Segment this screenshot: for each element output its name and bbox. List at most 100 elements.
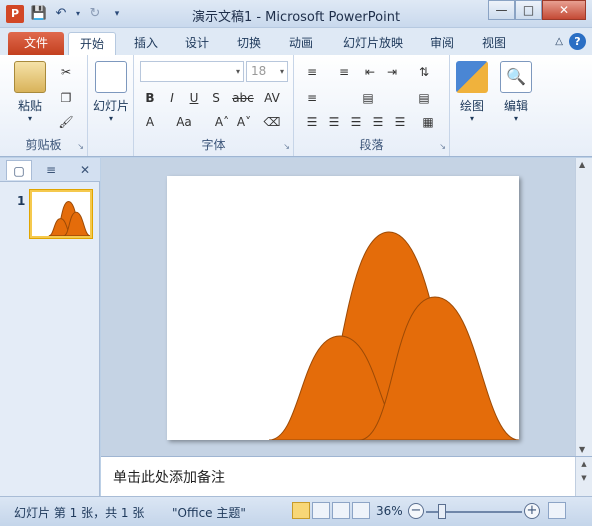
align-left-icon[interactable]: ☰ [302,113,322,131]
notes-scrollbar[interactable]: ▲ ▼ [575,457,592,497]
increase-indent-icon[interactable]: ⇥ [382,63,402,81]
reading-view-icon[interactable] [332,502,350,519]
close-button[interactable]: ✕ [542,0,586,20]
drawing-group: 绘图 ▾ [450,55,494,156]
paste-icon [14,61,46,93]
title-bar: P 💾 ↶ ▾ ↻ ▾ 演示文稿1 - Microsoft PowerPoint… [0,0,592,28]
font-group-label: 字体 [201,138,226,152]
notes-placeholder: 单击此处添加备注 [113,470,225,486]
editing-dropdown-icon: ▾ [513,114,518,123]
text-direction-icon[interactable]: ⇅ [414,63,434,81]
fit-to-window-icon[interactable] [548,502,566,519]
new-slide-dropdown-icon: ▾ [108,114,113,123]
font-group: ▾ 18 ▾ B I U S abc AV A Aa A˄ A˅ ⌫ 字体 ↘ [134,55,294,156]
tab-insert[interactable]: 插入 [126,32,166,55]
theme-name[interactable]: "Office 主题" [172,504,246,521]
font-name-combo[interactable]: ▾ [140,61,244,82]
normal-view-icon[interactable] [292,502,310,519]
tab-animations[interactable]: 动画 [281,32,321,55]
slides-group: 幻灯片 ▾ [88,55,134,156]
tab-view[interactable]: 视图 [474,32,514,55]
format-painter-icon[interactable]: 🖌 [56,113,76,131]
font-launcher-icon[interactable]: ↘ [283,142,290,151]
paragraph-group-label: 段落 [359,138,384,152]
paragraph-group: ≡ ≡ ⇤ ⇥ ⇅ ≡ ▤ ▤ ☰ ☰ ☰ ☰ ☰ ▦ 段落 ↘ [294,55,450,156]
minimize-button[interactable]: — [488,0,515,20]
slide-canvas[interactable] [167,176,520,441]
slide-number: 1 [17,194,26,208]
underline-icon[interactable]: U [184,89,204,107]
window-controls: — □ ✕ [488,0,586,20]
font-color-icon[interactable]: A [140,113,160,131]
bullets-icon[interactable]: ≡ [302,63,322,81]
smartart-icon[interactable]: ▦ [418,113,438,131]
slides-panel-tabs: ▢ ≡ ✕ [0,158,100,182]
zoom-slider-thumb[interactable] [438,504,446,519]
slide-editing-area: ▲ ▼ [101,158,592,456]
align-right-icon[interactable]: ☰ [346,113,366,131]
tab-file[interactable]: 文件 [8,32,64,55]
clipboard-group-label: 剪贴板 [25,138,62,152]
shadow-icon[interactable]: S [206,89,226,107]
drawing-button[interactable]: 绘图 ▾ [452,61,492,123]
tab-review[interactable]: 审阅 [422,32,462,55]
editing-button[interactable]: 🔍 编辑 ▾ [496,61,536,123]
drawing-dropdown-icon: ▾ [469,114,474,123]
notes-pane[interactable]: 单击此处添加备注 ▲ ▼ [101,456,592,497]
clipboard-group: 粘贴 ▾ ✂ ❐ 🖌 剪贴板 ↘ [0,55,88,156]
bold-icon[interactable]: B [140,89,160,107]
minimize-ribbon-icon[interactable]: △ [555,36,563,47]
character-spacing-icon[interactable]: AV [260,89,284,107]
distributed-icon[interactable]: ☰ [390,113,410,131]
grow-font-icon[interactable]: A˄ [212,113,232,131]
font-size-combo[interactable]: 18 ▾ [246,61,288,82]
italic-icon[interactable]: I [162,89,182,107]
strikethrough-icon[interactable]: abc [230,89,256,107]
status-bar: 幻灯片 第 1 张，共 1 张 "Office 主题" 36% − + [0,496,592,526]
slide-thumbnail[interactable] [30,190,92,238]
scroll-down-icon[interactable]: ▼ [579,445,585,454]
zoom-in-icon[interactable]: + [524,503,540,519]
outline-tab-icon[interactable]: ≡ [38,160,64,180]
binoculars-icon: 🔍 [500,61,532,93]
paste-dropdown-icon: ▾ [27,114,32,123]
copy-icon[interactable]: ❐ [56,89,76,107]
help-icon[interactable]: ? [569,33,586,50]
tab-transitions[interactable]: 切换 [229,32,269,55]
maximize-button[interactable]: □ [515,0,542,20]
change-case-icon[interactable]: Aa [172,113,196,131]
clear-formatting-icon[interactable]: ⌫ [262,113,282,131]
slides-tab-icon[interactable]: ▢ [6,160,32,180]
paste-button[interactable]: 粘贴 ▾ [10,61,50,123]
decrease-indent-icon[interactable]: ⇤ [360,63,380,81]
shapes-icon [456,61,488,93]
thumbnail-shapes [48,200,91,237]
numbering-icon[interactable]: ≡ [334,63,354,81]
tab-slideshow[interactable]: 幻灯片放映 [335,32,411,55]
new-slide-button[interactable]: 幻灯片 ▾ [91,61,131,123]
vertical-scrollbar[interactable]: ▲ ▼ [575,158,592,456]
tab-home[interactable]: 开始 [68,32,116,55]
align-center-icon[interactable]: ☰ [324,113,344,131]
paragraph-launcher-icon[interactable]: ↘ [439,142,446,151]
align-text-icon[interactable]: ▤ [414,89,434,107]
editing-group: 🔍 编辑 ▾ [494,55,538,156]
slideshow-view-icon[interactable] [352,502,370,519]
clipboard-launcher-icon[interactable]: ↘ [77,142,84,151]
ribbon: 粘贴 ▾ ✂ ❐ 🖌 剪贴板 ↘ 幻灯片 ▾ ▾ 18 ▾ B I U S abc… [0,55,592,157]
tab-design[interactable]: 设计 [177,32,217,55]
slide-info: 幻灯片 第 1 张，共 1 张 [14,506,145,520]
line-spacing-icon[interactable]: ≡ [302,89,322,107]
new-slide-icon [95,61,127,93]
scroll-up-icon[interactable]: ▲ [579,160,585,169]
shrink-font-icon[interactable]: A˅ [234,113,254,131]
slide-sorter-view-icon[interactable] [312,502,330,519]
cut-icon[interactable]: ✂ [56,63,76,81]
slides-panel: ▢ ≡ ✕ 1 [0,158,100,496]
columns-icon[interactable]: ▤ [358,89,378,107]
justify-icon[interactable]: ☰ [368,113,388,131]
close-panel-icon[interactable]: ✕ [72,160,98,180]
zoom-out-icon[interactable]: − [408,503,424,519]
zoom-level[interactable]: 36% [376,504,403,518]
ribbon-tabs: 文件 开始 插入 设计 切换 动画 幻灯片放映 审阅 视图 △ ? [0,28,592,55]
